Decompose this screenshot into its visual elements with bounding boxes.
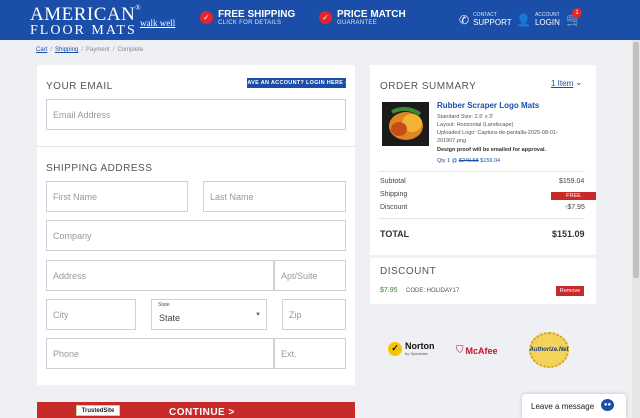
apt-suite-field[interactable]: Apt/Suite	[274, 260, 346, 291]
brand-logo[interactable]: AMERICAN® FLOOR MATS walk well	[30, 4, 175, 38]
discount-panel	[370, 258, 596, 304]
trustedsite-badge: TrustedSite	[76, 405, 120, 416]
order-summary-heading: ORDER SUMMARY	[380, 81, 477, 92]
qty-price: Qty 1 @ $249.58 $159.04	[437, 158, 500, 164]
login-here-button[interactable]: HAVE AN ACCOUNT? LOGIN HERE ➜	[243, 78, 350, 88]
contact-big: SUPPORT	[473, 18, 512, 27]
continue-label: CONTINUE >	[169, 407, 235, 418]
zip-field[interactable]: Zip	[282, 299, 346, 330]
cart-count-badge: 1	[572, 8, 582, 18]
total-label: TOTAL	[380, 229, 410, 239]
user-icon: 👤	[516, 12, 531, 27]
discount-heading: DISCOUNT	[380, 266, 437, 277]
chevron-down-icon: ▼	[255, 312, 261, 318]
norton-check-icon: ✓	[388, 341, 402, 356]
product-logo-line2: 201907.png	[437, 138, 467, 144]
chat-label: Leave a message	[531, 402, 595, 411]
norton-badge: ✓ Norton by Symantec	[388, 341, 435, 356]
breadcrumb-separator: /	[81, 47, 84, 53]
phone-icon: ✆	[459, 12, 470, 27]
total-value: $151.09	[552, 229, 585, 239]
discount-label: Discount	[380, 204, 408, 211]
state-value: State	[159, 313, 181, 323]
summary-divider	[379, 171, 585, 172]
discount-code: CODE: HOLIDAY17	[406, 288, 460, 294]
shipping-heading: SHIPPING ADDRESS	[46, 163, 153, 174]
site-header: AMERICAN® FLOOR MATS walk well ✓ FREE SH…	[0, 0, 640, 40]
scrollbar-thumb[interactable]	[633, 42, 639, 278]
subtotal-label: Subtotal	[380, 178, 406, 185]
free-shipping-badge[interactable]: ✓ FREE SHIPPING CLICK FOR DETAILS	[200, 9, 295, 26]
norton-sub-label: by Symantec	[405, 351, 429, 356]
free-shipping-title: FREE SHIPPING	[218, 9, 296, 20]
free-shipping-sub: CLICK FOR DETAILS	[218, 20, 282, 26]
last-name-field[interactable]: Last Name	[203, 181, 346, 212]
authorize-net-label: Authorize.Net	[529, 347, 569, 353]
product-size: Standard Size: 2.5' x 3'	[437, 114, 494, 120]
address-field[interactable]: Address	[46, 260, 274, 291]
items-toggle[interactable]: 1 Item	[551, 79, 573, 88]
shipping-label: Shipping	[380, 191, 408, 198]
section-divider	[37, 146, 355, 147]
product-thumbnail	[382, 102, 429, 146]
norton-label: Norton	[405, 341, 435, 351]
mcafee-label: McAfee	[465, 345, 498, 356]
discount-value: -$7.95	[565, 204, 585, 211]
check-icon: ✓	[319, 11, 332, 24]
remove-discount-button[interactable]: Remove	[556, 286, 584, 296]
logo-line1: AMERICAN	[30, 4, 136, 25]
price-match-sub: GUARANTEE	[337, 20, 378, 26]
summary-divider	[379, 218, 585, 219]
account-big: LOGIN	[534, 18, 560, 27]
breadcrumb-complete: Complete	[117, 47, 144, 53]
mcafee-shield-icon: ⛉	[456, 345, 464, 356]
breadcrumb: Cart / Shipping / Payment / Complete	[36, 47, 143, 53]
breadcrumb-shipping[interactable]: Shipping	[55, 47, 78, 53]
check-icon: ✓	[200, 11, 213, 24]
logo-tagline: walk well	[140, 18, 176, 28]
email-field[interactable]: Email Address	[46, 99, 346, 130]
authorize-net-seal: Authorize.Net	[529, 332, 569, 368]
price-match-badge[interactable]: ✓ PRICE MATCH GUARANTEE	[319, 9, 406, 26]
shipping-free-tag: FREE	[551, 192, 596, 200]
product-layout: Layout: Horizontal (Landscape)	[437, 122, 514, 128]
price-match-title: PRICE MATCH	[337, 9, 406, 20]
qty-label: Qty 1 @	[437, 158, 458, 164]
breadcrumb-separator: /	[112, 47, 115, 53]
first-name-field[interactable]: First Name	[46, 181, 188, 212]
city-field[interactable]: City	[46, 299, 136, 330]
breadcrumb-cart[interactable]: Cart	[36, 47, 47, 53]
state-label: State	[158, 302, 170, 308]
email-heading: YOUR EMAIL	[46, 81, 113, 92]
chevron-down-icon[interactable]: ⌄	[575, 77, 583, 88]
product-name[interactable]: Rubber Scraper Logo Mats	[437, 101, 539, 110]
contact-support-link[interactable]: ✆ CONTACT SUPPORT	[459, 12, 512, 27]
discount-amount: $7.95	[380, 287, 398, 294]
old-price: $249.58	[458, 158, 479, 164]
product-logo-line1: Uploaded Logo: Captura-de-pantalla-2025-…	[437, 130, 558, 136]
phone-ext-field[interactable]: Ext.	[274, 338, 346, 369]
breadcrumb-separator: /	[50, 47, 53, 53]
design-proof-note: Design proof will be emailed for approva…	[437, 147, 547, 153]
phone-field[interactable]: Phone	[46, 338, 274, 369]
account-login-link[interactable]: 👤 ACCOUNT LOGIN	[516, 12, 560, 27]
logo-line2: FLOOR MATS	[30, 23, 137, 38]
mcafee-badge: ⛉ McAfee	[456, 345, 498, 356]
subtotal-value: $159.04	[559, 178, 585, 185]
breadcrumb-payment: Payment	[86, 47, 110, 53]
company-field[interactable]: Company	[46, 220, 346, 251]
new-price: $159.04	[480, 158, 501, 164]
chat-bubble-icon[interactable]: ●●	[601, 399, 614, 411]
